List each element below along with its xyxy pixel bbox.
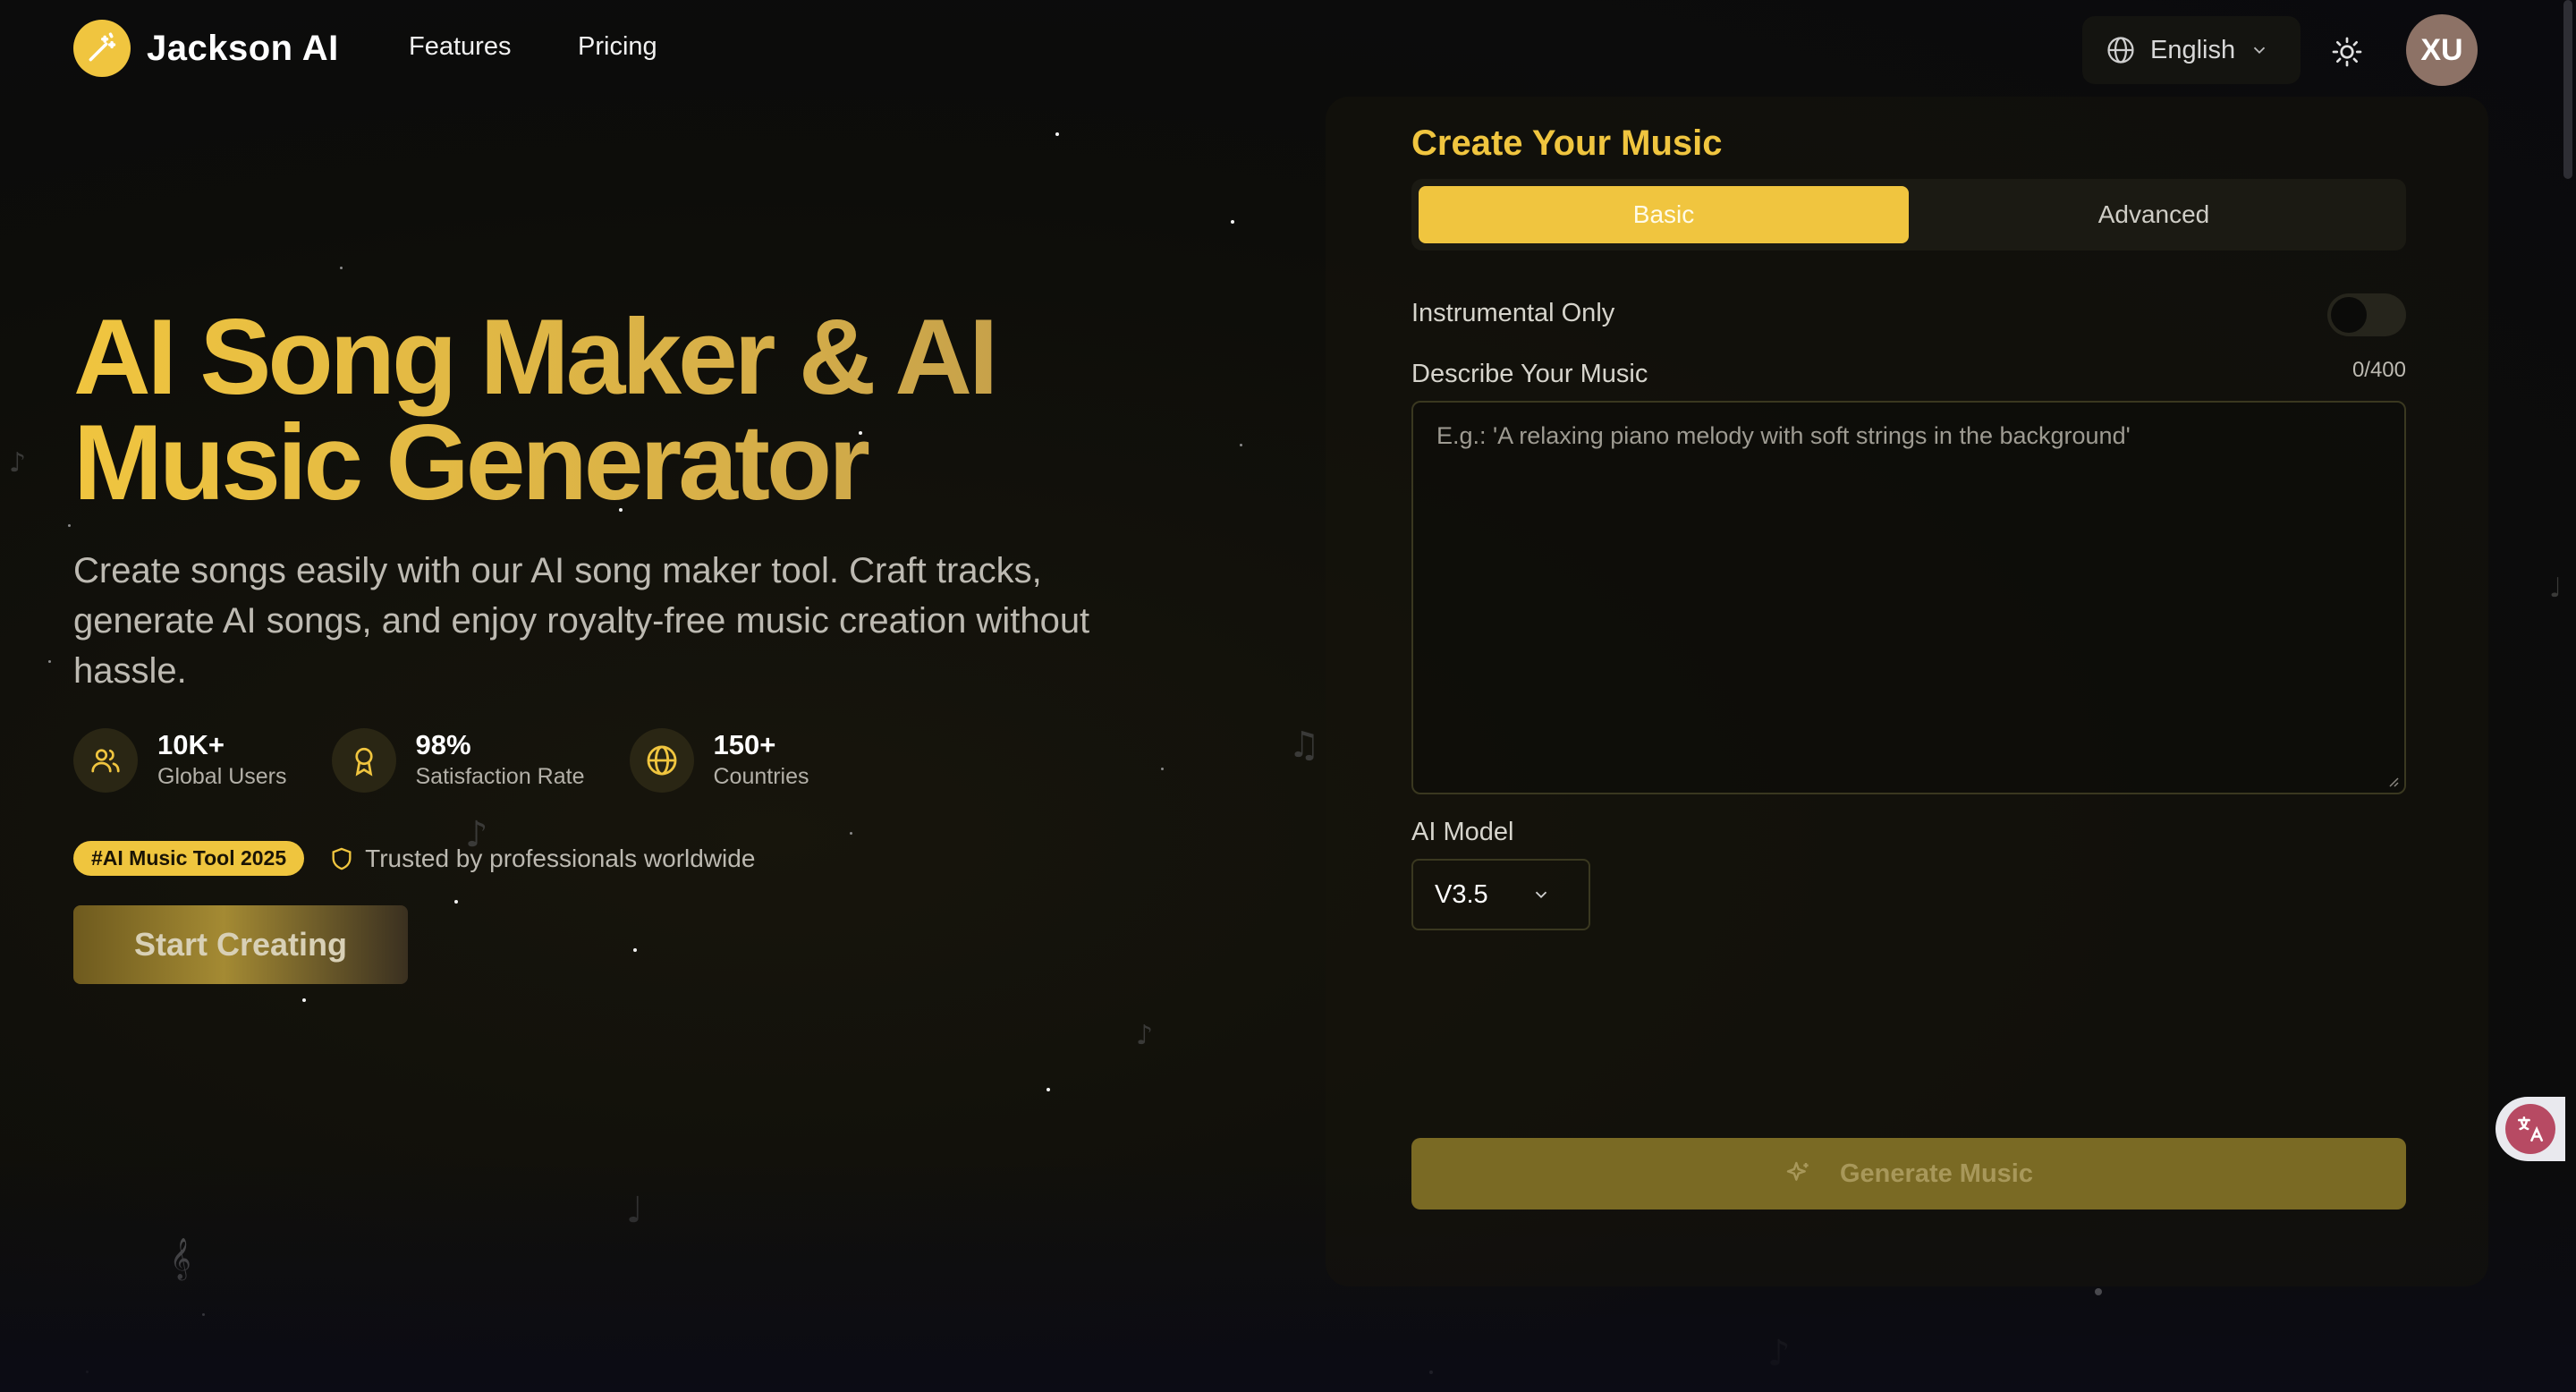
globe-icon (629, 728, 694, 793)
generate-label: Generate Music (1840, 1159, 2033, 1188)
translate-icon (2505, 1104, 2555, 1154)
resize-handle-icon[interactable] (2386, 775, 2399, 787)
stat-label: Countries (713, 764, 809, 789)
brand-logo[interactable]: Jackson AI (73, 20, 339, 77)
hero-subtitle: Create songs easily with our AI song mak… (73, 551, 1090, 691)
nav-pricing[interactable]: Pricing (578, 32, 657, 62)
translate-button[interactable] (2496, 1097, 2565, 1161)
stat-label: Global Users (157, 764, 287, 789)
toggle-knob (2331, 297, 2367, 333)
stat-satisfaction: 98% Satisfaction Rate (331, 728, 585, 793)
stats-row: 10K+ Global Users 98% Satisfaction Rate … (73, 728, 854, 793)
sun-icon (2332, 37, 2362, 67)
instrumental-toggle[interactable] (2327, 293, 2406, 336)
stat-users: 10K+ Global Users (73, 728, 287, 793)
shield-icon (332, 847, 352, 870)
tab-advanced[interactable]: Advanced (1909, 186, 2399, 243)
badge-row: #AI Music Tool 2025 Trusted by professio… (73, 841, 755, 876)
user-avatar[interactable]: XU (2406, 14, 2478, 86)
globe-icon (2107, 37, 2134, 64)
stat-label: Satisfaction Rate (415, 764, 585, 789)
award-icon (331, 728, 396, 793)
sparkles-icon (1786, 1161, 1809, 1181)
char-counter: 0/400 (2351, 358, 2406, 382)
magic-wand-icon (73, 20, 131, 77)
page-scrollbar[interactable] (2563, 0, 2572, 179)
describe-textarea[interactable]: E.g.: 'A relaxing piano melody with soft… (1411, 401, 2406, 794)
textarea-placeholder: E.g.: 'A relaxing piano melody with soft… (1436, 422, 2131, 449)
generate-music-button[interactable]: Generate Music (1411, 1138, 2406, 1210)
nav-features[interactable]: Features (409, 32, 511, 62)
tool-badge: #AI Music Tool 2025 (73, 841, 305, 876)
hero-title: AI Song Maker & AI Music Generator (73, 304, 995, 515)
model-label: AI Model (1411, 818, 1514, 846)
model-select[interactable]: V3.5 (1411, 859, 1590, 930)
instrumental-label: Instrumental Only (1411, 299, 1615, 327)
trusted-note: Trusted by professionals worldwide (329, 845, 755, 873)
start-creating-button[interactable]: Start Creating (73, 905, 408, 984)
theme-toggle-button[interactable] (2326, 30, 2368, 73)
model-value: V3.5 (1435, 879, 1488, 909)
describe-label: Describe Your Music (1411, 360, 1648, 388)
stat-value: 10K+ (157, 729, 225, 760)
mode-tabs: Basic Advanced (1411, 179, 2406, 250)
users-icon (73, 728, 138, 793)
tab-basic[interactable]: Basic (1419, 186, 1909, 243)
trusted-text: Trusted by professionals worldwide (365, 844, 756, 872)
language-label: English (2150, 35, 2236, 64)
brand-name: Jackson AI (147, 28, 339, 68)
chevron-down-icon (2253, 47, 2266, 55)
stat-countries: 150+ Countries (629, 728, 809, 793)
header: Jackson AI Features Pricing English XU (0, 0, 2576, 100)
panel-title: Create Your Music (1411, 123, 1723, 163)
chevron-down-icon (1535, 891, 1546, 899)
stat-value: 98% (415, 729, 471, 760)
hero-title-line1: AI Song Maker & AI (73, 297, 996, 417)
hero-title-line2: Music Generator (73, 403, 867, 522)
stat-value: 150+ (713, 729, 776, 760)
language-selector[interactable]: English (2082, 16, 2301, 84)
